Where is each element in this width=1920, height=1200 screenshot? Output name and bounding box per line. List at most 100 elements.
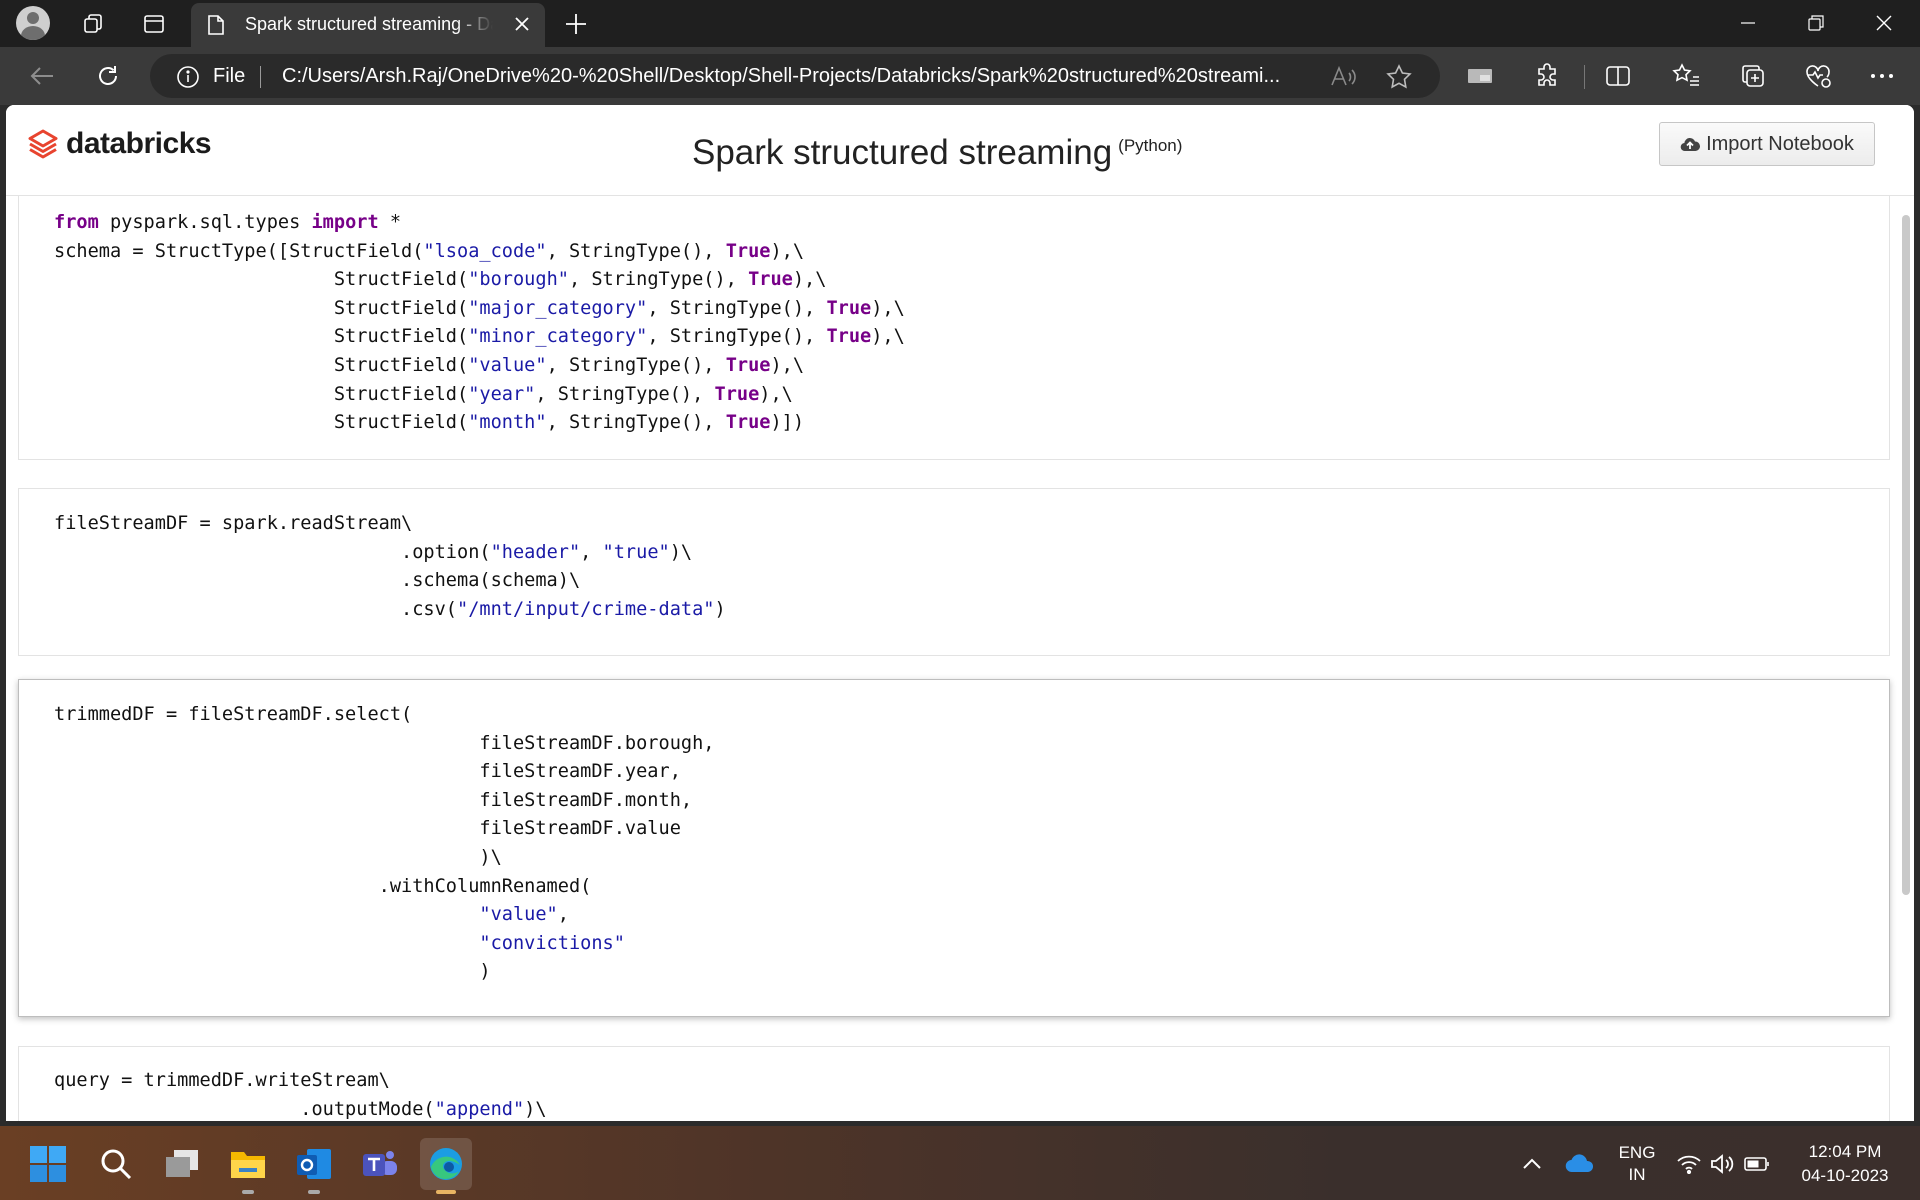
code-string: "append" [434,1098,525,1120]
split-screen-icon[interactable] [1598,57,1638,95]
outlook-icon[interactable] [288,1138,340,1194]
code-string: "/mnt/input/crime-data" [457,598,715,620]
active-indicator [436,1190,456,1194]
code-line: schema = StructType([StructField("lsoa_c… [54,241,804,262]
code-text: trimmedDF = fileStreamDF.select( [54,704,413,725]
more-options-icon[interactable] [1862,57,1902,95]
read-aloud-icon[interactable] [1330,65,1356,94]
browser-essentials-icon[interactable] [1798,57,1838,95]
cell-source[interactable]: query = trimmedDF.writeStream\ .outputMo… [54,1067,547,1121]
address-bar[interactable]: File C:/Users/Arsh.Raj/OneDrive%20-%20Sh… [150,54,1440,98]
notebook-language: (Python) [1118,136,1183,156]
address-scheme: File [213,65,246,87]
clock[interactable]: 12:04 PM 04-10-2023 [1790,1140,1900,1188]
workspaces-icon[interactable] [76,6,112,42]
code-text: fileStreamDF = spark.readStream\ [54,513,413,534]
code-line: StructField("value", StringType(), True)… [54,355,804,376]
volume-icon [1711,1154,1734,1174]
cell-source[interactable]: fileStreamDF = spark.readStream\ .option… [54,510,726,624]
code-text: , StringType(), [546,240,726,262]
code-text: )\ [524,1098,547,1120]
code-keyword: True [748,269,793,291]
code-keyword: import [311,212,379,233]
close-tab-icon[interactable] [511,13,533,40]
code-line: fileStreamDF.value [54,818,681,839]
code-text: fileStreamDF.month, [54,789,693,811]
code-text: query = trimmedDF.writeStream\ [54,1070,390,1091]
code-keyword: from [54,212,99,233]
code-line: from pyspark.sql.types import * [54,212,401,233]
search-icon[interactable] [90,1138,142,1190]
collections-icon[interactable] [1733,57,1773,95]
onedrive-cloud-icon[interactable] [1554,1138,1606,1190]
code-keyword: True [725,354,771,376]
chevron-up-icon[interactable] [1506,1138,1558,1190]
language-indicator[interactable]: ENG IN [1612,1142,1662,1186]
cloud-upload-icon [1680,138,1701,152]
task-view-icon[interactable] [156,1138,208,1190]
quick-settings[interactable] [1668,1138,1778,1190]
code-line: fileStreamDF.borough, [54,733,714,754]
code-cell-active[interactable]: trimmedDF = fileStreamDF.select( fileStr… [18,679,1890,1017]
new-tab-icon[interactable] [558,6,594,42]
code-string: "header" [490,541,581,563]
browser-tab-strip: Spark structured streaming - Databricks [0,0,1920,47]
url-text[interactable]: C:/Users/Arsh.Raj/OneDrive%20-%20Shell/D… [282,65,1312,88]
code-cell[interactable]: fileStreamDF = spark.readStream\ .option… [18,488,1890,656]
code-cell[interactable]: query = trimmedDF.writeStream\ .outputMo… [18,1046,1890,1121]
code-cell[interactable]: from pyspark.sql.types import * schema =… [18,195,1890,460]
code-text: schema = StructType([StructField( [54,240,424,262]
code-line: StructField("month", StringType(), True)… [54,412,804,433]
code-text: StructField( [54,297,469,319]
code-text: fileStreamDF.year, [54,761,681,783]
code-string: "year" [468,383,536,405]
code-text: StructField( [54,269,469,291]
code-text: StructField( [54,326,469,348]
info-icon[interactable] [176,65,200,94]
code-line: StructField("borough", StringType(), Tru… [54,269,827,291]
code-text: , StringType(), [647,297,827,319]
cell-source[interactable]: from pyspark.sql.types import * schema =… [54,209,905,438]
code-string: "true" [602,541,670,563]
vertical-tabs-icon[interactable] [136,6,172,42]
file-explorer-icon[interactable] [222,1138,274,1194]
close-window-icon[interactable] [1850,0,1918,46]
restore-icon[interactable] [1782,0,1850,46]
code-string: "month" [468,412,547,434]
code-text: , [557,904,569,926]
cell-source[interactable]: trimmedDF = fileStreamDF.select( fileStr… [54,701,714,987]
code-line: StructField("year", StringType(), True),… [54,384,793,405]
profile-avatar-icon[interactable] [16,6,50,40]
minimize-icon[interactable] [1714,0,1782,46]
language-code: ENG [1618,1143,1656,1162]
extensions-icon[interactable] [1527,57,1567,95]
edge-browser-icon[interactable] [420,1138,472,1194]
screen-capture-icon[interactable] [1460,57,1500,95]
favorites-list-icon[interactable] [1666,57,1706,95]
tab-active[interactable]: Spark structured streaming - Databricks [191,3,545,47]
document-icon [207,14,225,41]
battery-icon [1744,1157,1769,1171]
code-text: ),\ [792,269,827,291]
code-text: fileStreamDF.value [54,818,681,840]
back-arrow-icon[interactable] [22,57,62,95]
code-line: fileStreamDF = spark.readStream\ [54,513,412,534]
code-line: .option("header", "true")\ [54,542,692,563]
running-indicator [308,1190,320,1194]
code-line: .schema(schema)\ [54,570,580,591]
windows-start-icon[interactable] [22,1138,74,1190]
databricks-logo[interactable]: databricks [28,127,212,161]
page-scrollbar[interactable] [1902,215,1910,895]
code-keyword: True [725,412,771,434]
import-notebook-button[interactable]: Import Notebook [1659,122,1875,166]
notebook-header: databricks Spark structured streaming (Py… [6,105,1914,196]
teams-icon[interactable] [354,1138,406,1190]
code-text: .outputMode( [54,1098,435,1120]
refresh-icon[interactable] [88,57,128,95]
code-keyword: True [826,326,872,348]
code-text: StructField( [54,412,469,434]
code-text: .schema(schema)\ [54,570,581,592]
favorite-star-icon[interactable] [1386,64,1412,95]
